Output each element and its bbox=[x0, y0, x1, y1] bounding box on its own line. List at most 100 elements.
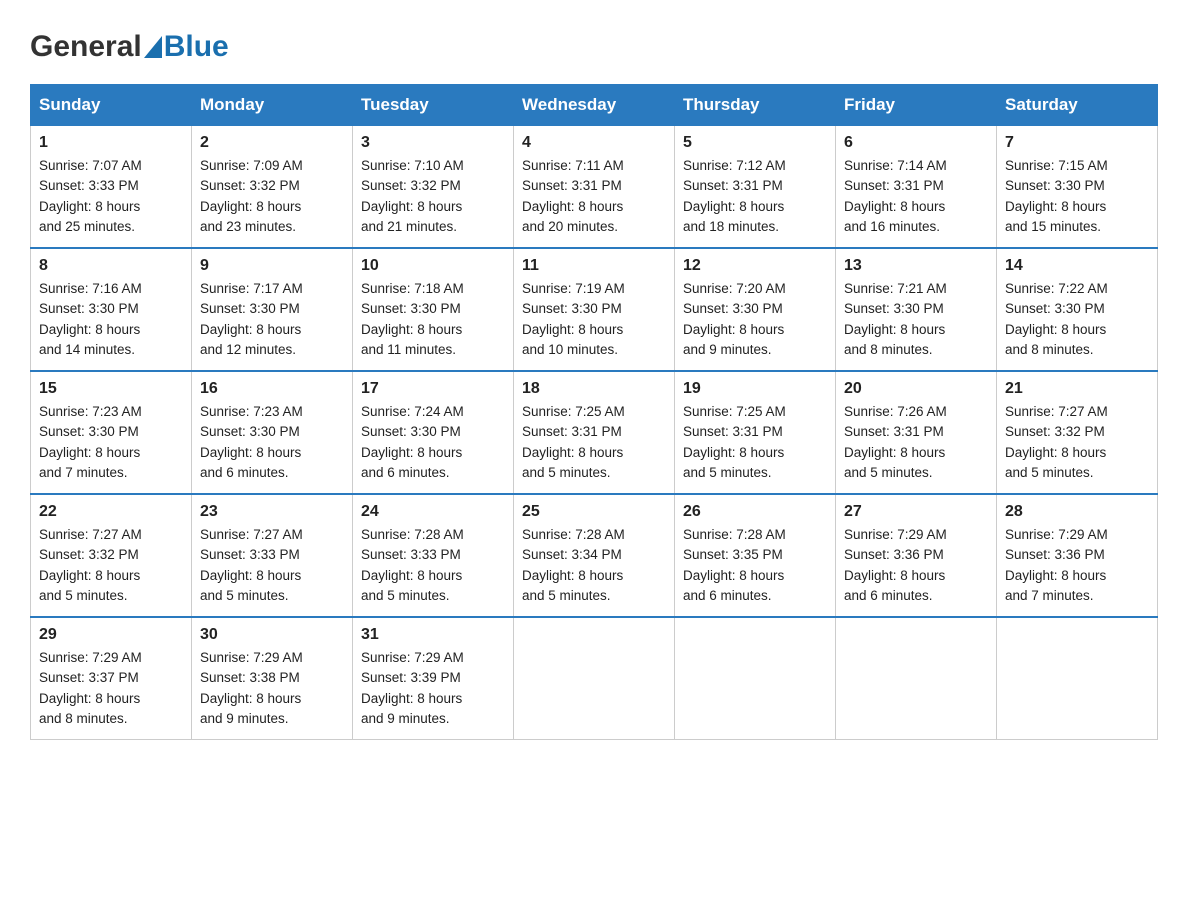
calendar-cell: 31 Sunrise: 7:29 AMSunset: 3:39 PMDaylig… bbox=[353, 617, 514, 740]
day-number: 5 bbox=[683, 134, 827, 152]
calendar-cell: 1 Sunrise: 7:07 AMSunset: 3:33 PMDayligh… bbox=[31, 126, 192, 249]
logo-blue-text: Blue bbox=[164, 30, 229, 64]
day-number: 19 bbox=[683, 380, 827, 398]
day-info: Sunrise: 7:21 AMSunset: 3:30 PMDaylight:… bbox=[844, 281, 947, 357]
page-header: General Blue bbox=[30, 20, 1158, 64]
calendar-cell: 28 Sunrise: 7:29 AMSunset: 3:36 PMDaylig… bbox=[997, 494, 1158, 617]
calendar-cell: 24 Sunrise: 7:28 AMSunset: 3:33 PMDaylig… bbox=[353, 494, 514, 617]
day-number: 27 bbox=[844, 503, 988, 521]
calendar-cell: 13 Sunrise: 7:21 AMSunset: 3:30 PMDaylig… bbox=[836, 248, 997, 371]
day-info: Sunrise: 7:17 AMSunset: 3:30 PMDaylight:… bbox=[200, 281, 303, 357]
calendar-cell: 12 Sunrise: 7:20 AMSunset: 3:30 PMDaylig… bbox=[675, 248, 836, 371]
day-info: Sunrise: 7:11 AMSunset: 3:31 PMDaylight:… bbox=[522, 158, 624, 234]
day-number: 22 bbox=[39, 503, 183, 521]
day-info: Sunrise: 7:23 AMSunset: 3:30 PMDaylight:… bbox=[39, 404, 142, 480]
calendar-cell bbox=[675, 617, 836, 740]
header-thursday: Thursday bbox=[675, 85, 836, 126]
calendar-cell: 29 Sunrise: 7:29 AMSunset: 3:37 PMDaylig… bbox=[31, 617, 192, 740]
day-info: Sunrise: 7:28 AMSunset: 3:35 PMDaylight:… bbox=[683, 527, 786, 603]
calendar-cell: 3 Sunrise: 7:10 AMSunset: 3:32 PMDayligh… bbox=[353, 126, 514, 249]
day-number: 15 bbox=[39, 380, 183, 398]
header-tuesday: Tuesday bbox=[353, 85, 514, 126]
day-info: Sunrise: 7:29 AMSunset: 3:36 PMDaylight:… bbox=[1005, 527, 1108, 603]
day-number: 14 bbox=[1005, 257, 1149, 275]
day-number: 31 bbox=[361, 626, 505, 644]
day-number: 12 bbox=[683, 257, 827, 275]
day-info: Sunrise: 7:27 AMSunset: 3:32 PMDaylight:… bbox=[1005, 404, 1108, 480]
day-number: 6 bbox=[844, 134, 988, 152]
day-number: 17 bbox=[361, 380, 505, 398]
calendar-week-4: 22 Sunrise: 7:27 AMSunset: 3:32 PMDaylig… bbox=[31, 494, 1158, 617]
day-number: 13 bbox=[844, 257, 988, 275]
day-info: Sunrise: 7:16 AMSunset: 3:30 PMDaylight:… bbox=[39, 281, 142, 357]
calendar-cell: 30 Sunrise: 7:29 AMSunset: 3:38 PMDaylig… bbox=[192, 617, 353, 740]
calendar-cell: 15 Sunrise: 7:23 AMSunset: 3:30 PMDaylig… bbox=[31, 371, 192, 494]
day-info: Sunrise: 7:15 AMSunset: 3:30 PMDaylight:… bbox=[1005, 158, 1108, 234]
calendar-week-2: 8 Sunrise: 7:16 AMSunset: 3:30 PMDayligh… bbox=[31, 248, 1158, 371]
day-info: Sunrise: 7:29 AMSunset: 3:37 PMDaylight:… bbox=[39, 650, 142, 726]
day-info: Sunrise: 7:20 AMSunset: 3:30 PMDaylight:… bbox=[683, 281, 786, 357]
day-info: Sunrise: 7:10 AMSunset: 3:32 PMDaylight:… bbox=[361, 158, 464, 234]
day-number: 30 bbox=[200, 626, 344, 644]
day-info: Sunrise: 7:29 AMSunset: 3:38 PMDaylight:… bbox=[200, 650, 303, 726]
day-number: 25 bbox=[522, 503, 666, 521]
header-friday: Friday bbox=[836, 85, 997, 126]
day-info: Sunrise: 7:18 AMSunset: 3:30 PMDaylight:… bbox=[361, 281, 464, 357]
day-info: Sunrise: 7:09 AMSunset: 3:32 PMDaylight:… bbox=[200, 158, 303, 234]
day-number: 26 bbox=[683, 503, 827, 521]
day-info: Sunrise: 7:07 AMSunset: 3:33 PMDaylight:… bbox=[39, 158, 142, 234]
day-info: Sunrise: 7:22 AMSunset: 3:30 PMDaylight:… bbox=[1005, 281, 1108, 357]
day-info: Sunrise: 7:26 AMSunset: 3:31 PMDaylight:… bbox=[844, 404, 947, 480]
day-info: Sunrise: 7:25 AMSunset: 3:31 PMDaylight:… bbox=[683, 404, 786, 480]
calendar-cell: 5 Sunrise: 7:12 AMSunset: 3:31 PMDayligh… bbox=[675, 126, 836, 249]
calendar-cell: 27 Sunrise: 7:29 AMSunset: 3:36 PMDaylig… bbox=[836, 494, 997, 617]
calendar-cell bbox=[514, 617, 675, 740]
day-info: Sunrise: 7:27 AMSunset: 3:33 PMDaylight:… bbox=[200, 527, 303, 603]
calendar-cell: 20 Sunrise: 7:26 AMSunset: 3:31 PMDaylig… bbox=[836, 371, 997, 494]
calendar-cell: 25 Sunrise: 7:28 AMSunset: 3:34 PMDaylig… bbox=[514, 494, 675, 617]
logo-general-text: General bbox=[30, 30, 142, 64]
header-sunday: Sunday bbox=[31, 85, 192, 126]
day-info: Sunrise: 7:12 AMSunset: 3:31 PMDaylight:… bbox=[683, 158, 786, 234]
calendar-header-row: SundayMondayTuesdayWednesdayThursdayFrid… bbox=[31, 85, 1158, 126]
day-number: 7 bbox=[1005, 134, 1149, 152]
day-number: 23 bbox=[200, 503, 344, 521]
day-info: Sunrise: 7:24 AMSunset: 3:30 PMDaylight:… bbox=[361, 404, 464, 480]
day-info: Sunrise: 7:29 AMSunset: 3:39 PMDaylight:… bbox=[361, 650, 464, 726]
calendar-cell bbox=[997, 617, 1158, 740]
day-number: 10 bbox=[361, 257, 505, 275]
day-number: 2 bbox=[200, 134, 344, 152]
calendar-cell: 4 Sunrise: 7:11 AMSunset: 3:31 PMDayligh… bbox=[514, 126, 675, 249]
calendar-cell bbox=[836, 617, 997, 740]
calendar-week-1: 1 Sunrise: 7:07 AMSunset: 3:33 PMDayligh… bbox=[31, 126, 1158, 249]
day-info: Sunrise: 7:14 AMSunset: 3:31 PMDaylight:… bbox=[844, 158, 947, 234]
calendar-cell: 14 Sunrise: 7:22 AMSunset: 3:30 PMDaylig… bbox=[997, 248, 1158, 371]
day-number: 4 bbox=[522, 134, 666, 152]
calendar-cell: 18 Sunrise: 7:25 AMSunset: 3:31 PMDaylig… bbox=[514, 371, 675, 494]
header-saturday: Saturday bbox=[997, 85, 1158, 126]
header-monday: Monday bbox=[192, 85, 353, 126]
day-number: 29 bbox=[39, 626, 183, 644]
calendar-cell: 8 Sunrise: 7:16 AMSunset: 3:30 PMDayligh… bbox=[31, 248, 192, 371]
day-info: Sunrise: 7:28 AMSunset: 3:34 PMDaylight:… bbox=[522, 527, 625, 603]
calendar-cell: 22 Sunrise: 7:27 AMSunset: 3:32 PMDaylig… bbox=[31, 494, 192, 617]
header-wednesday: Wednesday bbox=[514, 85, 675, 126]
calendar-cell: 2 Sunrise: 7:09 AMSunset: 3:32 PMDayligh… bbox=[192, 126, 353, 249]
day-number: 11 bbox=[522, 257, 666, 275]
calendar-week-5: 29 Sunrise: 7:29 AMSunset: 3:37 PMDaylig… bbox=[31, 617, 1158, 740]
day-number: 24 bbox=[361, 503, 505, 521]
calendar-week-3: 15 Sunrise: 7:23 AMSunset: 3:30 PMDaylig… bbox=[31, 371, 1158, 494]
day-number: 9 bbox=[200, 257, 344, 275]
calendar-cell: 16 Sunrise: 7:23 AMSunset: 3:30 PMDaylig… bbox=[192, 371, 353, 494]
day-info: Sunrise: 7:25 AMSunset: 3:31 PMDaylight:… bbox=[522, 404, 625, 480]
calendar-cell: 23 Sunrise: 7:27 AMSunset: 3:33 PMDaylig… bbox=[192, 494, 353, 617]
day-number: 1 bbox=[39, 134, 183, 152]
calendar-cell: 9 Sunrise: 7:17 AMSunset: 3:30 PMDayligh… bbox=[192, 248, 353, 371]
day-number: 20 bbox=[844, 380, 988, 398]
day-number: 16 bbox=[200, 380, 344, 398]
day-number: 8 bbox=[39, 257, 183, 275]
calendar-cell: 10 Sunrise: 7:18 AMSunset: 3:30 PMDaylig… bbox=[353, 248, 514, 371]
day-info: Sunrise: 7:27 AMSunset: 3:32 PMDaylight:… bbox=[39, 527, 142, 603]
calendar-cell: 6 Sunrise: 7:14 AMSunset: 3:31 PMDayligh… bbox=[836, 126, 997, 249]
logo: General Blue bbox=[30, 30, 229, 64]
